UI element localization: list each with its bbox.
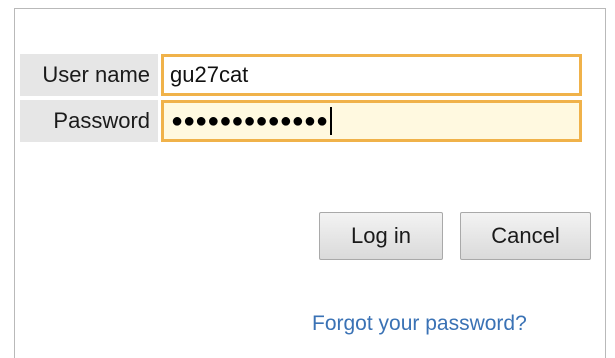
password-label: Password <box>20 100 158 142</box>
cancel-button[interactable]: Cancel <box>460 212 591 260</box>
forgot-password-link[interactable]: Forgot your password? <box>312 312 527 336</box>
username-input[interactable] <box>161 54 582 96</box>
login-button[interactable]: Log in <box>319 212 443 260</box>
username-row: User name <box>20 54 582 96</box>
password-field-wrapper: ●●●●●●●●●●●●● <box>161 100 582 142</box>
username-label: User name <box>20 54 158 96</box>
password-row: Password ●●●●●●●●●●●●● <box>20 100 582 142</box>
password-input[interactable] <box>161 100 582 142</box>
